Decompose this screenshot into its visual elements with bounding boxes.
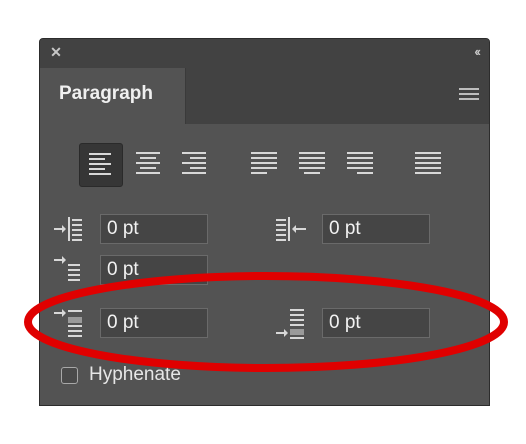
justify-last-center-icon xyxy=(299,152,325,174)
right-indent-icon xyxy=(276,217,306,241)
justify-last-right-icon xyxy=(347,152,373,174)
highlight-ellipse xyxy=(24,272,508,372)
justify-all-icon xyxy=(415,152,441,174)
align-right-icon xyxy=(182,152,206,174)
align-left-icon xyxy=(89,153,111,175)
justify-last-center-button[interactable] xyxy=(290,143,334,187)
justify-last-right-button[interactable] xyxy=(338,143,382,187)
align-right-button[interactable] xyxy=(173,143,217,187)
panel-menu-icon[interactable] xyxy=(459,88,479,102)
collapse-icon[interactable]: ‹‹ xyxy=(474,44,481,59)
align-left-button[interactable] xyxy=(79,143,123,187)
panel-titlebar: ✕ ‹‹ xyxy=(40,39,489,69)
align-center-button[interactable] xyxy=(127,143,171,187)
close-icon[interactable]: ✕ xyxy=(49,45,63,59)
right-indent-field[interactable]: 0 pt xyxy=(322,214,430,244)
align-center-icon xyxy=(136,152,160,174)
tab-label: Paragraph xyxy=(59,83,153,104)
left-indent-field[interactable]: 0 pt xyxy=(100,214,208,244)
justify-last-left-icon xyxy=(251,152,277,174)
justify-all-button[interactable] xyxy=(406,143,450,187)
tab-bar: Paragraph xyxy=(40,68,489,124)
justify-last-left-button[interactable] xyxy=(242,143,286,187)
tab-paragraph[interactable]: Paragraph xyxy=(40,68,186,124)
left-indent-icon xyxy=(54,217,82,241)
